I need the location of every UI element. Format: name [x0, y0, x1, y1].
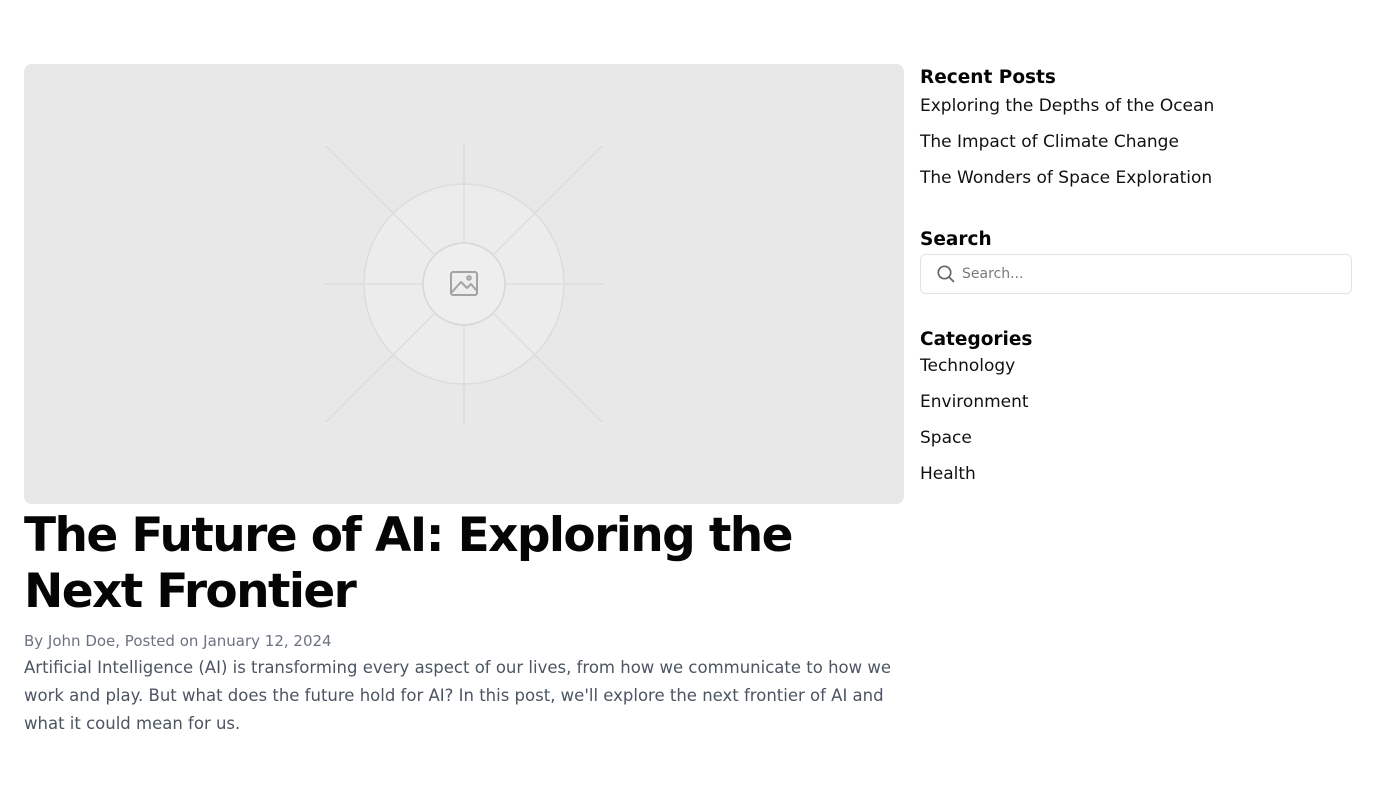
- categories-title: Categories: [920, 329, 1033, 350]
- categories-widget: Categories Technology Environment Space …: [920, 326, 1352, 486]
- sidebar: Recent Posts Exploring the Depths of the…: [920, 64, 1352, 486]
- categories-list: Technology Environment Space Health: [920, 354, 1352, 486]
- post-byline: By John Doe, Posted on January 12, 2024: [24, 632, 332, 650]
- recent-posts-title: Recent Posts: [920, 67, 1056, 88]
- category-link-technology[interactable]: Technology: [920, 354, 1352, 378]
- post-excerpt: Artificial Intelligence (AI) is transfor…: [24, 658, 892, 733]
- recent-post-link[interactable]: The Impact of Climate Change: [920, 130, 1352, 154]
- recent-post-link[interactable]: Exploring the Depths of the Ocean: [920, 94, 1352, 118]
- search-widget: Search: [920, 226, 1352, 294]
- search-box[interactable]: [920, 254, 1352, 294]
- hero-image-placeholder: [24, 64, 904, 504]
- category-link-health[interactable]: Health: [920, 462, 1352, 486]
- post-main: The Future of AI: Exploring the Next Fro…: [24, 64, 904, 738]
- blog-page: The Future of AI: Exploring the Next Fro…: [0, 0, 1376, 796]
- category-link-environment[interactable]: Environment: [920, 390, 1352, 414]
- recent-posts-widget: Recent Posts Exploring the Depths of the…: [920, 64, 1352, 190]
- recent-post-link[interactable]: The Wonders of Space Exploration: [920, 166, 1352, 190]
- post-title: The Future of AI: Exploring the Next Fro…: [24, 508, 793, 619]
- recent-posts-list: Exploring the Depths of the Ocean The Im…: [920, 94, 1352, 190]
- search-input[interactable]: [962, 266, 1342, 282]
- image-placeholder-graphic: [24, 64, 904, 504]
- search-title: Search: [920, 229, 992, 250]
- category-link-space[interactable]: Space: [920, 426, 1352, 450]
- search-icon: [936, 264, 956, 284]
